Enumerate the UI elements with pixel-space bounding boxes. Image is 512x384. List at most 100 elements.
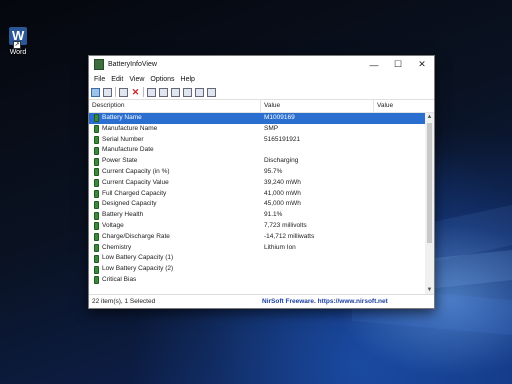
battery-icon xyxy=(94,276,99,285)
row-value: -14,712 milliwatts xyxy=(264,232,315,240)
row-label: Low Battery Capacity (2) xyxy=(102,265,174,273)
row-label: Charge/Discharge Rate xyxy=(102,232,170,240)
batteryinfoview-window: BatteryInfoView — ☐ ✕ File Edit View Opt… xyxy=(88,55,435,309)
column-header-value[interactable]: Value xyxy=(261,100,374,112)
desktop-icon-word[interactable]: W ↗ Word xyxy=(3,27,33,56)
column-header-value-2[interactable]: Value xyxy=(374,100,434,112)
table-row[interactable]: Voltage 7,723 millivolts xyxy=(89,221,425,232)
row-label: Manufacture Name xyxy=(102,124,158,132)
battery-info-mode-icon[interactable] xyxy=(91,87,100,97)
row-label: Power State xyxy=(102,157,138,165)
table-row[interactable]: Low Battery Capacity (2) xyxy=(89,264,425,275)
row-label: Critical Bias xyxy=(102,275,137,283)
table-row[interactable]: Chemistry Lithium Ion xyxy=(89,243,425,254)
nirsoft-link[interactable]: NirSoft Freeware. https://www.nirsoft.ne… xyxy=(262,298,388,305)
row-value: M1009169 xyxy=(264,114,295,121)
battery-icon xyxy=(94,265,99,274)
menu-help[interactable]: Help xyxy=(178,76,198,83)
row-label: Full Charged Capacity xyxy=(102,189,167,197)
row-description: Battery Name xyxy=(89,113,261,124)
row-value: 7,723 millivolts xyxy=(264,221,307,229)
battery-app-icon xyxy=(94,59,104,70)
row-label: Voltage xyxy=(102,221,124,229)
save-icon[interactable] xyxy=(147,87,156,97)
row-value: Lithium Ion xyxy=(264,243,296,251)
battery-icon xyxy=(94,157,99,166)
row-label: Current Capacity Value xyxy=(102,178,169,186)
row-label: Low Battery Capacity (1) xyxy=(102,254,174,262)
table-row[interactable]: Current Capacity Value 39,240 mWh xyxy=(89,178,425,189)
row-value: 95.7% xyxy=(264,167,283,175)
column-header-description[interactable]: Description xyxy=(89,100,261,112)
minimize-button[interactable]: — xyxy=(362,56,386,73)
table-row[interactable]: Serial Number 5165191921 xyxy=(89,135,425,146)
battery-icon xyxy=(94,222,99,231)
menu-file[interactable]: File xyxy=(91,76,108,83)
vertical-scrollbar[interactable]: ▲ ▼ xyxy=(425,113,434,295)
shortcut-arrow-icon: ↗ xyxy=(13,41,21,49)
table-row[interactable]: Charge/Discharge Rate -14,712 milliwatts xyxy=(89,232,425,243)
row-value: 39,240 mWh xyxy=(264,178,301,186)
menu-view[interactable]: View xyxy=(126,76,147,83)
menu-bar: File Edit View Options Help xyxy=(89,73,434,85)
close-button[interactable]: ✕ xyxy=(410,56,434,73)
row-description: Voltage xyxy=(89,221,261,232)
battery-icon xyxy=(94,168,99,177)
row-label: Manufacture Date xyxy=(102,146,154,154)
row-value: 41,000 mWh xyxy=(264,189,301,197)
delete-icon[interactable]: ✕ xyxy=(131,87,140,97)
status-bar: 22 item(s), 1 Selected NirSoft Freeware.… xyxy=(89,294,434,308)
html-report-icon[interactable] xyxy=(183,87,192,97)
table-row[interactable]: Battery Name M1009169 xyxy=(89,113,425,124)
battery-icon xyxy=(94,125,99,134)
toolbar-separator xyxy=(115,87,116,97)
desktop-icon-label: Word xyxy=(9,49,27,56)
refresh-icon[interactable] xyxy=(159,87,168,97)
row-description: Full Charged Capacity xyxy=(89,189,261,200)
row-value: 91.1% xyxy=(264,211,283,219)
title-bar[interactable]: BatteryInfoView — ☐ ✕ xyxy=(89,56,434,73)
table-row[interactable]: Designed Capacity 45,000 mWh xyxy=(89,199,425,210)
menu-options[interactable]: Options xyxy=(147,76,177,83)
table-row[interactable]: Battery Health 91.1% xyxy=(89,210,425,221)
row-value: 45,000 mWh xyxy=(264,200,301,208)
table-row[interactable]: Critical Bias xyxy=(89,275,425,286)
battery-icon xyxy=(94,233,99,242)
list-rows: Battery Name M1009169 Manufacture Name SMP S… xyxy=(89,113,425,295)
scroll-up-arrow[interactable]: ▲ xyxy=(425,113,434,122)
row-label: Chemistry xyxy=(102,243,132,251)
row-label: Battery Name xyxy=(102,114,142,121)
row-description: Current Capacity (in %) xyxy=(89,167,261,178)
row-description: Serial Number xyxy=(89,135,261,146)
table-row[interactable]: Current Capacity (in %) 95.7% xyxy=(89,167,425,178)
window-title: BatteryInfoView xyxy=(108,61,157,68)
find-icon[interactable] xyxy=(195,87,204,97)
row-description: Power State xyxy=(89,156,261,167)
battery-icon xyxy=(94,146,99,155)
menu-edit[interactable]: Edit xyxy=(108,76,126,83)
scroll-thumb[interactable] xyxy=(427,123,432,243)
row-value: 5165191921 xyxy=(264,135,301,143)
row-label: Battery Health xyxy=(102,211,144,219)
row-description: Battery Health xyxy=(89,210,261,221)
row-label: Designed Capacity xyxy=(102,200,157,208)
row-description: Manufacture Name xyxy=(89,124,261,135)
row-label: Serial Number xyxy=(102,135,144,143)
table-row[interactable]: Manufacture Date xyxy=(89,145,425,156)
row-label: Current Capacity (in %) xyxy=(102,167,170,175)
maximize-button[interactable]: ☐ xyxy=(386,56,410,73)
properties-icon[interactable] xyxy=(119,87,128,97)
table-row[interactable]: Manufacture Name SMP xyxy=(89,124,425,135)
row-description: Critical Bias xyxy=(89,275,261,286)
battery-log-mode-icon[interactable] xyxy=(103,87,112,97)
table-row[interactable]: Full Charged Capacity 41,000 mWh xyxy=(89,189,425,200)
list-header: Description Value Value xyxy=(89,100,434,113)
battery-icon xyxy=(94,200,99,209)
row-description: Charge/Discharge Rate xyxy=(89,232,261,243)
copy-icon[interactable] xyxy=(171,87,180,97)
battery-icon xyxy=(94,135,99,144)
toolbar: ✕ xyxy=(89,85,434,100)
table-row[interactable]: Power State Discharging xyxy=(89,156,425,167)
exit-icon[interactable] xyxy=(207,87,216,97)
table-row[interactable]: Low Battery Capacity (1) xyxy=(89,253,425,264)
